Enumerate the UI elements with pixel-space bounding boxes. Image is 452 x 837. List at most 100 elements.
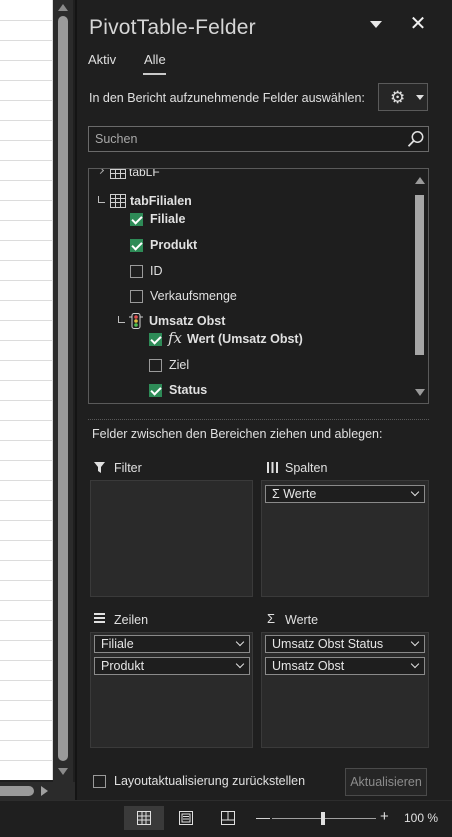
grid-line bbox=[0, 360, 53, 361]
collapse-icon[interactable] bbox=[118, 316, 125, 323]
filter-drop-zone[interactable] bbox=[90, 480, 253, 597]
table-name: tabLF bbox=[129, 168, 160, 179]
kpi-field-row[interactable]: Ziel bbox=[89, 355, 409, 375]
grid-line bbox=[0, 580, 53, 581]
chevron-down-icon[interactable] bbox=[410, 487, 420, 497]
grid-line bbox=[0, 80, 53, 81]
kpi-row[interactable]: Umsatz Obst bbox=[89, 311, 409, 331]
close-icon[interactable]: ✕ bbox=[408, 13, 428, 35]
table-name: tabFilialen bbox=[130, 194, 192, 208]
item-label: Umsatz Obst Status bbox=[272, 637, 384, 651]
grid-line bbox=[0, 600, 53, 601]
grid-line bbox=[0, 220, 53, 221]
table-icon bbox=[110, 194, 126, 208]
rows-drop-zone[interactable]: Filiale Produkt bbox=[90, 632, 253, 748]
chevron-down-icon[interactable] bbox=[410, 659, 420, 669]
zoom-level[interactable]: 100 % bbox=[404, 811, 438, 825]
scroll-up-icon[interactable] bbox=[58, 4, 68, 11]
search-icon[interactable] bbox=[407, 130, 425, 148]
rows-icon bbox=[94, 613, 105, 623]
page-layout-view-button[interactable] bbox=[166, 806, 206, 830]
values-area[interactable]: Σ Werte Umsatz Obst Status Umsatz Obst bbox=[261, 606, 429, 748]
field-checkbox[interactable] bbox=[130, 239, 143, 252]
chevron-down-icon bbox=[416, 95, 424, 100]
worksheet-vertical-scrollbar[interactable] bbox=[53, 0, 73, 782]
grid-line bbox=[0, 320, 53, 321]
normal-view-button[interactable] bbox=[124, 806, 164, 830]
worksheet-horizontal-scrollbar[interactable] bbox=[0, 782, 75, 800]
columns-item[interactable]: Σ Werte bbox=[265, 485, 425, 503]
chevron-down-icon[interactable] bbox=[235, 659, 245, 669]
collapse-icon[interactable] bbox=[98, 196, 105, 203]
update-button[interactable]: Aktualisieren bbox=[345, 768, 427, 796]
grid-line bbox=[0, 620, 53, 621]
field-label: Status bbox=[169, 383, 208, 397]
field-row[interactable]: Verkaufsmenge bbox=[89, 286, 409, 306]
page-break-view-button[interactable] bbox=[208, 806, 248, 830]
field-row[interactable]: Produkt bbox=[89, 235, 409, 255]
rows-item[interactable]: Produkt bbox=[94, 657, 250, 675]
columns-drop-zone[interactable]: Σ Werte bbox=[261, 480, 429, 597]
field-checkbox[interactable] bbox=[130, 213, 143, 226]
field-checkbox[interactable] bbox=[130, 265, 143, 278]
field-row[interactable]: Filiale bbox=[89, 209, 409, 229]
field-checkbox[interactable] bbox=[149, 359, 162, 372]
zoom-slider-thumb[interactable] bbox=[321, 812, 325, 825]
zoom-in-button[interactable]: + bbox=[380, 808, 389, 825]
filter-icon bbox=[94, 462, 105, 473]
tab-aktiv[interactable]: Aktiv bbox=[88, 52, 116, 67]
field-search[interactable] bbox=[88, 126, 429, 152]
search-input[interactable] bbox=[89, 127, 399, 151]
kpi-field-row[interactable]: Status bbox=[89, 380, 409, 400]
defer-label: Layoutaktualisierung zurückstellen bbox=[114, 774, 306, 788]
function-fx-icon: fx bbox=[168, 329, 183, 347]
table-row[interactable]: tabFilialen bbox=[89, 191, 409, 211]
kpi-traffic-light-icon bbox=[129, 313, 143, 329]
chevron-down-icon[interactable] bbox=[235, 637, 245, 647]
expand-icon[interactable] bbox=[96, 169, 105, 175]
columns-area[interactable]: Spalten Σ Werte bbox=[261, 456, 429, 598]
grid-view-icon bbox=[137, 811, 151, 825]
rows-area[interactable]: Zeilen Filiale Produkt bbox=[88, 606, 254, 748]
filter-area[interactable]: Filter bbox=[88, 456, 254, 598]
tab-alle[interactable]: Alle bbox=[144, 52, 166, 67]
grid-line bbox=[0, 100, 53, 101]
grid-line bbox=[0, 500, 53, 501]
field-list-scrollbar[interactable] bbox=[412, 169, 428, 403]
grid-line bbox=[0, 760, 53, 761]
zoom-out-button[interactable]: — bbox=[256, 809, 270, 825]
scroll-right-icon[interactable] bbox=[41, 786, 48, 796]
values-drop-zone[interactable]: Umsatz Obst Status Umsatz Obst bbox=[261, 632, 429, 748]
scroll-thumb[interactable] bbox=[0, 786, 34, 796]
page-layout-icon bbox=[179, 811, 193, 825]
defer-layout-update[interactable]: Layoutaktualisierung zurückstellen bbox=[93, 774, 306, 789]
pane-title: PivotTable-Felder bbox=[89, 16, 256, 39]
field-row[interactable]: ID bbox=[89, 261, 409, 281]
grid-line bbox=[0, 240, 53, 241]
scroll-thumb[interactable] bbox=[415, 195, 424, 355]
choose-fields-label: In den Bericht aufzunehmende Felder ausw… bbox=[89, 91, 365, 105]
values-item[interactable]: Umsatz Obst bbox=[265, 657, 425, 675]
field-label: Wert (Umsatz Obst) bbox=[187, 332, 303, 346]
grid-line bbox=[0, 120, 53, 121]
pane-options-chevron-down-icon[interactable] bbox=[369, 18, 383, 32]
scroll-up-icon[interactable] bbox=[415, 177, 425, 184]
kpi-field-row[interactable]: fx Wert (Umsatz Obst) bbox=[89, 329, 409, 349]
values-item[interactable]: Umsatz Obst Status bbox=[265, 635, 425, 653]
chevron-down-icon[interactable] bbox=[410, 637, 420, 647]
scroll-down-icon[interactable] bbox=[415, 389, 425, 396]
field-list[interactable]: tabLF tabFilialen Filiale Produkt ID Ver… bbox=[88, 168, 429, 404]
field-checkbox[interactable] bbox=[149, 384, 162, 397]
area-label: Filter bbox=[114, 461, 142, 475]
scroll-thumb[interactable] bbox=[58, 16, 68, 761]
scroll-down-icon[interactable] bbox=[58, 768, 68, 775]
field-checkbox[interactable] bbox=[149, 333, 162, 346]
table-icon bbox=[110, 169, 126, 179]
field-checkbox[interactable] bbox=[130, 290, 143, 303]
section-divider[interactable] bbox=[88, 419, 429, 420]
worksheet-area[interactable] bbox=[0, 0, 53, 780]
table-row[interactable]: tabLF bbox=[89, 168, 409, 181]
defer-checkbox[interactable] bbox=[93, 775, 106, 789]
field-list-settings-button[interactable]: ⚙ bbox=[378, 83, 428, 111]
rows-item[interactable]: Filiale bbox=[94, 635, 250, 653]
